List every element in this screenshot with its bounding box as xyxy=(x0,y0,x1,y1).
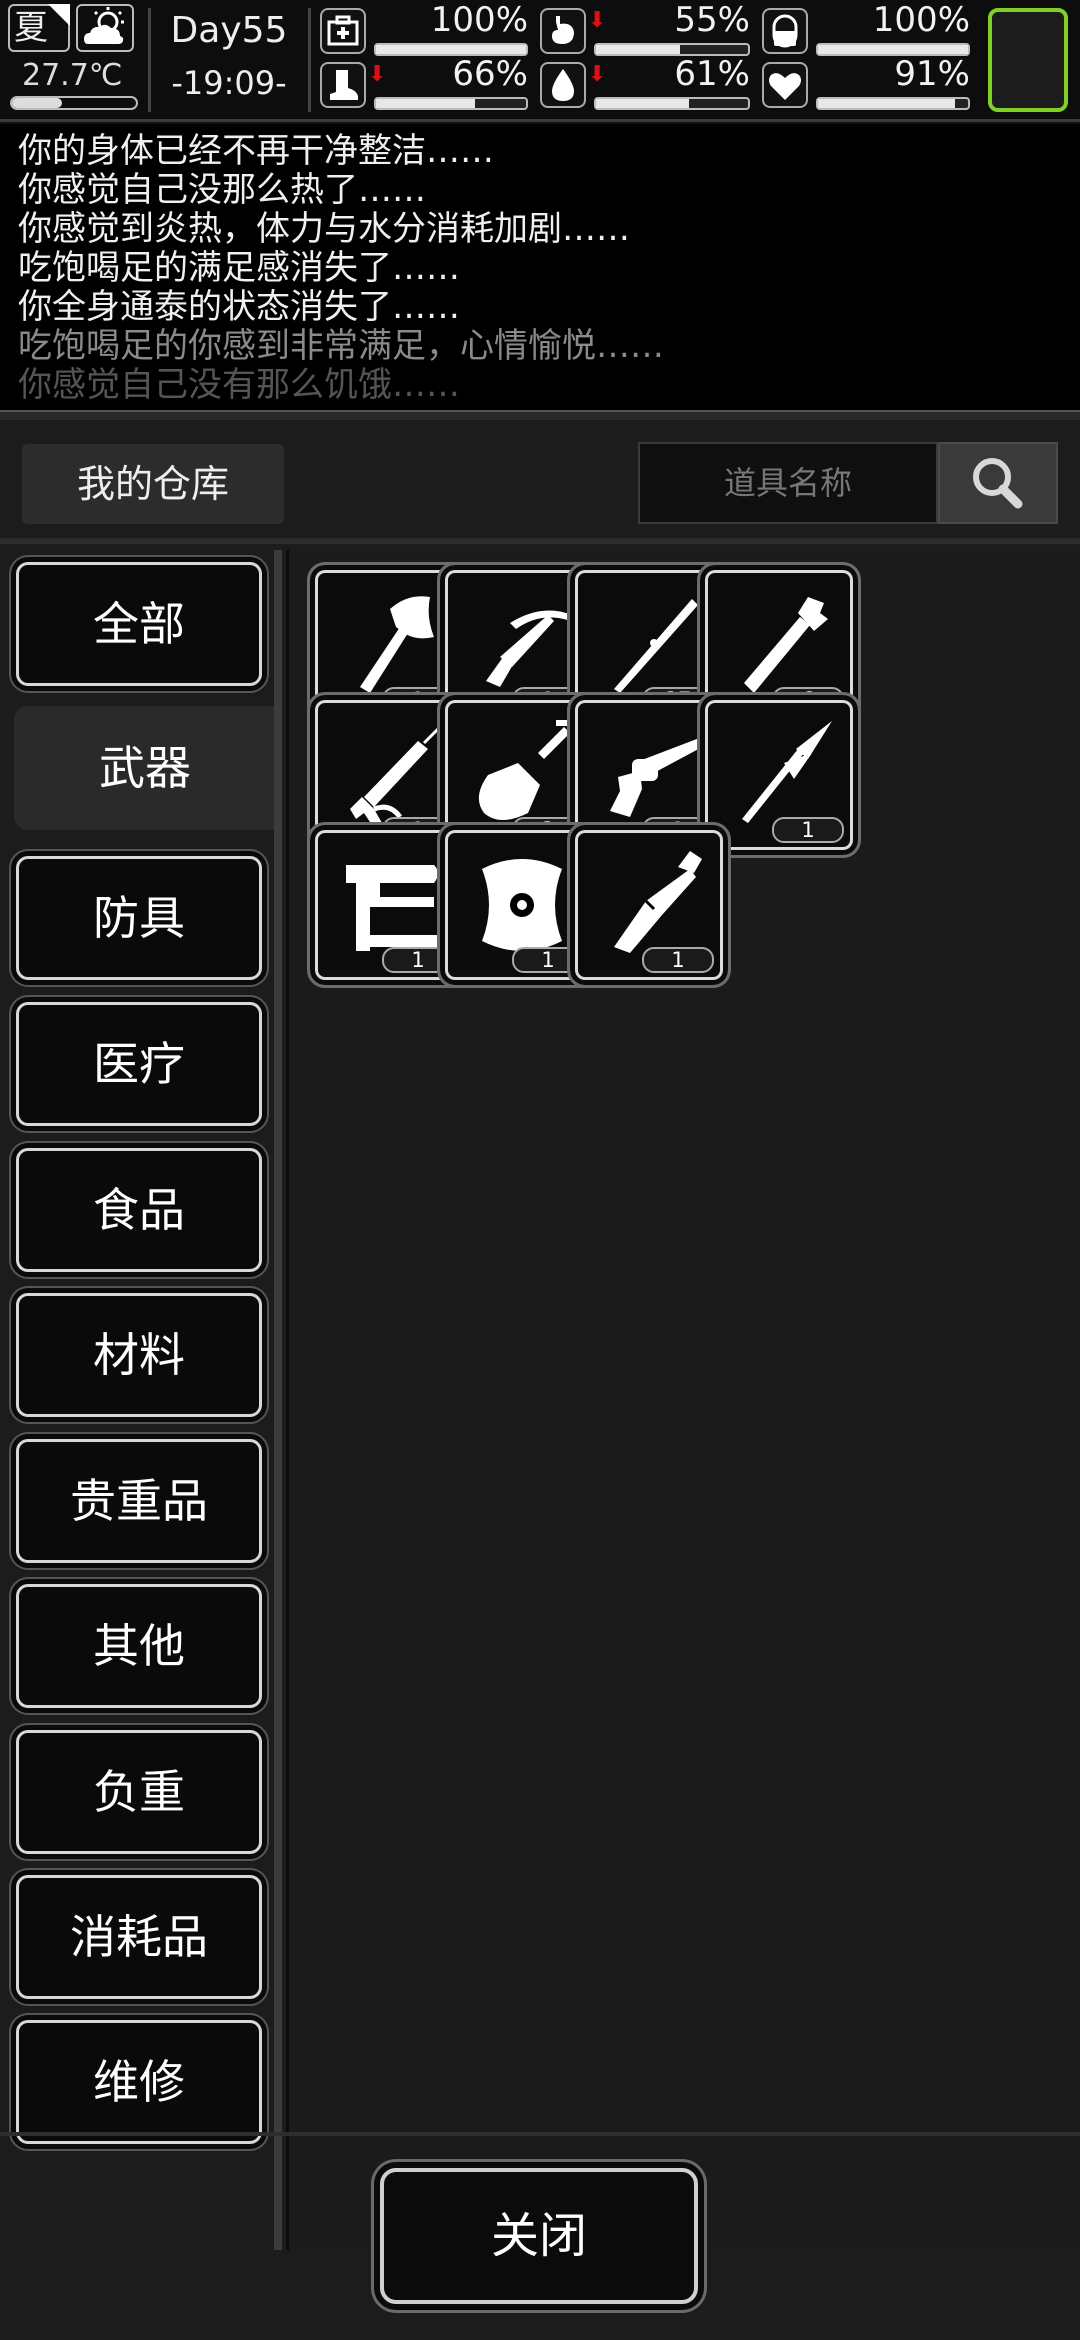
category-armor[interactable]: 防具 xyxy=(16,856,262,980)
day-counter: Day55 xyxy=(170,10,288,51)
stat-hunger-fill xyxy=(596,45,680,54)
temperature-readout: 27.7℃ xyxy=(22,58,123,93)
divider xyxy=(308,8,311,112)
season-label: 夏 xyxy=(14,8,48,48)
log-line: 你全身通泰的状态消失了…… xyxy=(18,287,460,327)
hunger-trend-down-icon: ⬇ xyxy=(588,8,607,33)
stat-mood-bar xyxy=(816,97,970,110)
search-icon xyxy=(973,458,1023,509)
log-line: 吃饱喝足的你感到非常满足，心情愉悦…… xyxy=(18,326,664,366)
game-clock: -19:09- xyxy=(171,64,287,102)
stat-hunger: ⬇ 55% xyxy=(540,0,750,56)
heart-icon xyxy=(762,62,808,108)
medkit-icon xyxy=(320,8,366,54)
status-bar: 夏 27.7℃ Day55 -19:09- 100% ⬇ 55% 100% ⬇ … xyxy=(0,0,1080,122)
log-line: 你感觉自己没那么热了…… xyxy=(18,170,426,210)
stat-immunity-fill xyxy=(818,45,968,54)
category-valuables[interactable]: 贵重品 xyxy=(16,1439,262,1563)
thirst-trend-down-icon: ⬇ xyxy=(588,62,607,87)
log-line: 吃饱喝足的满足感消失了…… xyxy=(18,248,460,288)
stat-thirst-bar xyxy=(594,97,750,110)
category-weapons[interactable]: 武器 xyxy=(14,706,276,830)
category-other[interactable]: 其他 xyxy=(16,1584,262,1708)
pill-icon xyxy=(762,8,808,54)
close-button[interactable]: 关闭 xyxy=(380,2168,698,2304)
divider xyxy=(148,8,151,112)
stat-stamina-bar xyxy=(374,97,528,110)
temperature-bar xyxy=(10,96,138,110)
category-medical[interactable]: 医疗 xyxy=(16,1002,262,1126)
item-grid: 1 1 27 6 1 3 1 1 xyxy=(286,550,1080,2250)
stat-stamina-fill xyxy=(376,99,475,108)
stat-mood-fill xyxy=(818,99,955,108)
stat-hunger-value: 55% xyxy=(674,0,750,40)
category-all[interactable]: 全部 xyxy=(16,562,262,686)
item-count: 1 xyxy=(642,947,714,973)
search-button[interactable] xyxy=(938,442,1058,524)
item-slot-machete[interactable]: 1 xyxy=(567,822,731,988)
season-indicator: 夏 xyxy=(8,4,70,52)
log-line: 你的身体已经不再干净整洁…… xyxy=(18,131,494,171)
water-drop-icon xyxy=(540,62,586,108)
warehouse-panel: 我的仓库 全部 武器 防具 医疗 食品 材料 贵重品 其他 负重 消耗品 维修 … xyxy=(0,420,1080,2340)
stat-immunity: 100% xyxy=(762,0,970,56)
log-line: 你感觉自己没有那么饥饿…… xyxy=(18,365,460,405)
weather-partly-cloudy-icon xyxy=(76,4,134,52)
stat-mood: 91% xyxy=(762,54,970,110)
stat-thirst: ⬇ 61% xyxy=(540,54,750,110)
stat-thirst-value: 61% xyxy=(674,54,750,94)
stat-thirst-fill xyxy=(596,99,689,108)
log-line: 你感觉到炎热，体力与水分消耗加剧…… xyxy=(18,209,630,249)
stat-health-fill xyxy=(376,45,526,54)
category-scrollbar[interactable] xyxy=(274,550,282,2250)
temperature-bar-fill xyxy=(12,98,62,108)
bottom-divider xyxy=(0,2132,1080,2136)
message-log[interactable]: 你的身体已经不再干净整洁…… 你感觉自己没那么热了…… 你感觉到炎热，体力与水分… xyxy=(0,124,1080,410)
category-materials[interactable]: 材料 xyxy=(16,1293,262,1417)
category-consumables[interactable]: 消耗品 xyxy=(16,1875,262,1999)
stat-stamina: ⬇ 66% xyxy=(320,54,528,110)
stat-immunity-value: 100% xyxy=(872,0,970,40)
category-list: 全部 武器 防具 医疗 食品 材料 贵重品 其他 负重 消耗品 维修 xyxy=(10,550,278,2250)
category-repair[interactable]: 维修 xyxy=(16,2020,262,2144)
season-corner-icon xyxy=(48,4,70,26)
stat-health-value: 100% xyxy=(430,0,528,40)
stamina-trend-down-icon: ⬇ xyxy=(368,62,387,87)
stat-stamina-value: 66% xyxy=(452,54,528,94)
stat-health: 100% xyxy=(320,0,528,56)
stat-mood-value: 91% xyxy=(894,54,970,94)
log-divider xyxy=(0,410,1080,420)
stomach-icon xyxy=(540,8,586,54)
boot-icon xyxy=(320,62,366,108)
item-count: 1 xyxy=(772,817,844,843)
category-carry-weight[interactable]: 负重 xyxy=(16,1730,262,1854)
warehouse-title: 我的仓库 xyxy=(22,444,284,524)
search-input[interactable] xyxy=(638,442,938,524)
item-search xyxy=(638,442,1058,524)
panel-divider xyxy=(0,538,1080,544)
category-food[interactable]: 食品 xyxy=(16,1148,262,1272)
character-portrait-button[interactable] xyxy=(988,8,1068,112)
